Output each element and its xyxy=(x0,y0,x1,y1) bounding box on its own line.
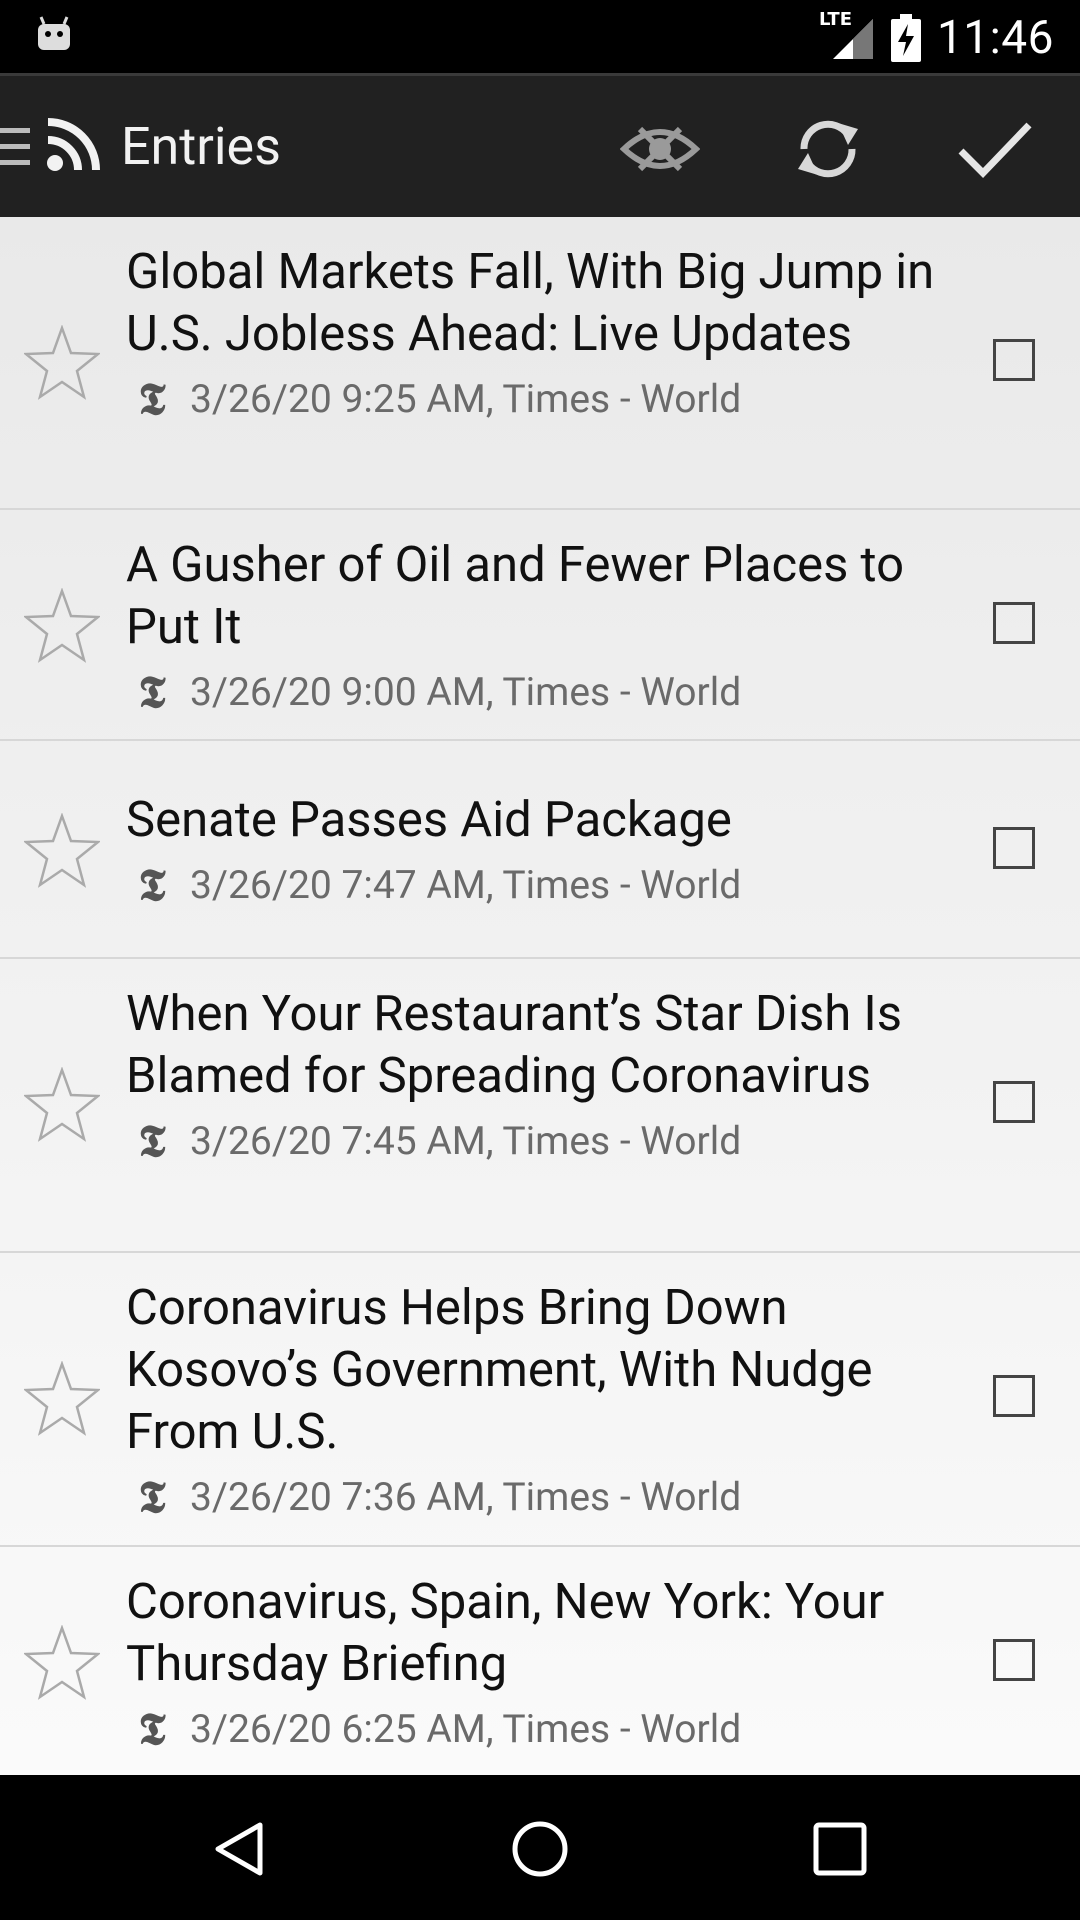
entry-checkbox[interactable] xyxy=(993,1081,1035,1123)
mark-all-read-button[interactable] xyxy=(950,104,1040,194)
star-icon[interactable] xyxy=(24,1361,100,1437)
hide-read-button[interactable] xyxy=(615,104,705,194)
signal-icon: LTE xyxy=(819,9,875,61)
nyt-logo-icon: 𝕿 xyxy=(138,1115,166,1167)
entry-meta: 3/26/20 9:25 AM, Times - World xyxy=(190,376,742,422)
nav-drawer-icon[interactable] xyxy=(0,124,30,170)
list-item[interactable]: Coronavirus, Spain, New York: Your Thurs… xyxy=(0,1547,1080,1775)
entry-title: Coronavirus Helps Bring Down Kosovo’s Go… xyxy=(126,1279,873,1460)
android-icon xyxy=(38,16,70,50)
nyt-logo-icon: 𝕿 xyxy=(138,1703,166,1755)
status-time: 11:46 xyxy=(936,11,1054,65)
nyt-logo-icon: 𝕿 xyxy=(138,1471,166,1523)
entry-title: A Gusher of Oil and Fewer Places to Put … xyxy=(126,536,905,655)
list-item[interactable]: Coronavirus Helps Bring Down Kosovo’s Go… xyxy=(0,1253,1080,1547)
entry-title: Coronavirus, Spain, New York: Your Thurs… xyxy=(126,1573,885,1692)
hide-read-icon xyxy=(620,126,700,172)
star-icon[interactable] xyxy=(24,813,100,889)
refresh-button[interactable] xyxy=(783,104,873,194)
entry-checkbox[interactable] xyxy=(993,1375,1035,1417)
entry-meta: 3/26/20 7:45 AM, Times - World xyxy=(190,1118,742,1164)
list-item[interactable]: Global Markets Fall, With Big Jump in U.… xyxy=(0,217,1080,510)
battery-charging-icon xyxy=(890,14,921,62)
star-icon[interactable] xyxy=(24,588,100,664)
star-icon[interactable] xyxy=(24,325,100,401)
checkmark-icon xyxy=(958,122,1032,179)
list-item[interactable]: A Gusher of Oil and Fewer Places to Put … xyxy=(0,510,1080,741)
entry-checkbox[interactable] xyxy=(993,827,1035,869)
list-item[interactable]: Senate Passes Aid Package 𝕿 3/26/20 7:47… xyxy=(0,741,1080,959)
entry-title: Global Markets Fall, With Big Jump in U.… xyxy=(126,243,935,362)
entry-meta: 3/26/20 7:36 AM, Times - World xyxy=(190,1474,742,1520)
nyt-logo-icon: 𝕿 xyxy=(138,373,166,425)
back-icon[interactable] xyxy=(208,1817,272,1881)
status-bar: LTE 11:46 xyxy=(0,0,1080,73)
entry-title: Senate Passes Aid Package xyxy=(126,791,732,848)
star-icon[interactable] xyxy=(24,1067,100,1143)
entry-meta: 3/26/20 9:00 AM, Times - World xyxy=(190,669,742,715)
star-icon[interactable] xyxy=(24,1625,100,1701)
entry-title: When Your Restaurant’s Star Dish Is Blam… xyxy=(126,985,903,1104)
entry-checkbox[interactable] xyxy=(993,339,1035,381)
entry-meta: 3/26/20 6:25 AM, Times - World xyxy=(190,1706,742,1752)
nyt-logo-icon: 𝕿 xyxy=(138,666,166,718)
page-title: Entries xyxy=(121,116,281,177)
entry-meta: 3/26/20 7:47 AM, Times - World xyxy=(190,862,742,908)
rss-icon[interactable] xyxy=(46,118,100,172)
recents-icon[interactable] xyxy=(808,1817,872,1881)
entries-list[interactable]: Global Markets Fall, With Big Jump in U.… xyxy=(0,217,1080,1775)
list-item[interactable]: When Your Restaurant’s Star Dish Is Blam… xyxy=(0,959,1080,1253)
nyt-logo-icon: 𝕿 xyxy=(138,859,166,911)
action-bar: Entries xyxy=(0,73,1080,217)
entry-checkbox[interactable] xyxy=(993,602,1035,644)
entry-checkbox[interactable] xyxy=(993,1639,1035,1681)
home-icon[interactable] xyxy=(508,1817,572,1881)
navigation-bar xyxy=(0,1775,1080,1920)
refresh-icon xyxy=(798,120,858,178)
